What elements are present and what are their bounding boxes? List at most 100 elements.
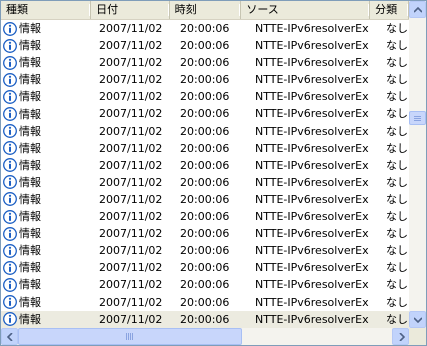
event-rows: 情報 2007/11/02 20:00:06 NTTE-IPv6resolverEx な…	[1, 20, 409, 328]
category-cell: なし	[386, 22, 408, 35]
source-cell: NTTE-IPv6resolverEx	[255, 56, 369, 70]
type-label: 情報	[19, 107, 41, 121]
time-cell: 20:00:06	[180, 90, 230, 104]
horizontal-scroll-thumb[interactable]	[18, 328, 242, 345]
info-icon	[3, 38, 17, 53]
column-header-source[interactable]: ソース	[241, 1, 371, 19]
event-row[interactable]: 情報 2007/11/02 20:00:06 NTTE-IPv6resolverEx な…	[1, 37, 409, 54]
date-cell: 2007/11/02	[99, 278, 163, 292]
category-cell: なし	[386, 261, 408, 275]
event-list-view[interactable]: 種類 日付 時刻 ソース 分類 情報 2007/11/02 20:00:06 NTTE…	[0, 0, 427, 346]
type-cell: 情報	[1, 311, 94, 328]
event-row[interactable]: 情報 2007/11/02 20:00:06 NTTE-IPv6resolverEx な…	[1, 105, 409, 122]
source-cell: NTTE-IPv6resolverEx	[255, 124, 369, 138]
event-row[interactable]: 情報 2007/11/02 20:00:06 NTTE-IPv6resolverEx な…	[1, 310, 409, 328]
time-cell: 20:00:06	[180, 175, 230, 189]
event-row[interactable]: 情報 2007/11/02 20:00:06 NTTE-IPv6resolverEx な…	[1, 208, 409, 225]
type-label: 情報	[19, 73, 41, 87]
event-row[interactable]: 情報 2007/11/02 20:00:06 NTTE-IPv6resolverEx な…	[1, 174, 409, 191]
info-icon	[3, 209, 17, 224]
column-header-date[interactable]: 日付	[91, 1, 170, 19]
date-cell: 2007/11/02	[99, 73, 163, 87]
category-cell: なし	[386, 107, 408, 121]
info-icon	[3, 124, 17, 139]
scroll-up-button[interactable]	[409, 1, 426, 18]
time-cell: 20:00:06	[180, 312, 230, 326]
info-icon	[3, 141, 17, 156]
type-label: 情報	[19, 22, 41, 36]
time-cell: 20:00:06	[180, 124, 230, 138]
event-row[interactable]: 情報 2007/11/02 20:00:06 NTTE-IPv6resolverEx な…	[1, 54, 409, 71]
info-icon	[3, 89, 17, 104]
source-cell: NTTE-IPv6resolverEx	[255, 227, 369, 241]
date-cell: 2007/11/02	[99, 210, 163, 224]
source-cell: NTTE-IPv6resolverEx	[255, 22, 369, 35]
type-label: 情報	[19, 261, 41, 275]
category-cell: なし	[386, 175, 408, 189]
info-icon	[3, 312, 17, 327]
scroll-left-button[interactable]	[1, 328, 18, 345]
category-cell: なし	[386, 73, 408, 87]
time-cell: 20:00:06	[180, 210, 230, 224]
type-label: 情報	[19, 158, 41, 172]
column-header-category[interactable]: 分類	[370, 1, 409, 19]
type-label: 情報	[19, 227, 41, 241]
scroll-down-button[interactable]	[409, 311, 426, 328]
type-cell: 情報	[1, 140, 94, 157]
time-cell: 20:00:06	[180, 39, 230, 53]
event-row[interactable]: 情報 2007/11/02 20:00:06 NTTE-IPv6resolverEx な…	[1, 71, 409, 88]
source-cell: NTTE-IPv6resolverEx	[255, 107, 369, 121]
category-cell: なし	[386, 124, 408, 138]
date-cell: 2007/11/02	[99, 158, 163, 172]
time-cell: 20:00:06	[180, 295, 230, 309]
date-cell: 2007/11/02	[99, 141, 163, 155]
category-cell: なし	[386, 210, 408, 224]
info-icon	[3, 226, 17, 241]
scroll-right-button[interactable]	[392, 328, 409, 345]
column-header-type[interactable]: 種類	[1, 1, 92, 19]
event-row[interactable]: 情報 2007/11/02 20:00:06 NTTE-IPv6resolverEx な…	[1, 20, 409, 37]
type-cell: 情報	[1, 105, 94, 122]
time-cell: 20:00:06	[180, 227, 230, 241]
time-cell: 20:00:06	[180, 261, 230, 275]
category-cell: なし	[386, 244, 408, 258]
date-cell: 2007/11/02	[99, 227, 163, 241]
arrow-down-icon	[414, 317, 422, 323]
horizontal-scrollbar[interactable]	[1, 328, 409, 345]
category-cell: なし	[386, 158, 408, 172]
date-cell: 2007/11/02	[99, 261, 163, 275]
column-header-time[interactable]: 時刻	[170, 1, 242, 19]
event-row[interactable]: 情報 2007/11/02 20:00:06 NTTE-IPv6resolverEx な…	[1, 157, 409, 174]
event-row[interactable]: 情報 2007/11/02 20:00:06 NTTE-IPv6resolverEx な…	[1, 294, 409, 311]
type-label: 情報	[19, 210, 41, 224]
type-label: 情報	[19, 141, 41, 155]
info-icon	[3, 158, 17, 173]
type-cell: 情報	[1, 225, 94, 242]
category-cell: なし	[386, 39, 408, 53]
type-label: 情報	[19, 278, 41, 292]
event-row[interactable]: 情報 2007/11/02 20:00:06 NTTE-IPv6resolverEx な…	[1, 242, 409, 259]
type-cell: 情報	[1, 294, 94, 311]
event-row[interactable]: 情報 2007/11/02 20:00:06 NTTE-IPv6resolverEx な…	[1, 123, 409, 140]
type-cell: 情報	[1, 157, 94, 174]
event-row[interactable]: 情報 2007/11/02 20:00:06 NTTE-IPv6resolverEx な…	[1, 259, 409, 276]
category-cell: なし	[386, 141, 408, 155]
category-cell: なし	[386, 192, 408, 206]
event-row[interactable]: 情報 2007/11/02 20:00:06 NTTE-IPv6resolverEx な…	[1, 88, 409, 105]
event-row[interactable]: 情報 2007/11/02 20:00:06 NTTE-IPv6resolverEx な…	[1, 140, 409, 157]
type-label: 情報	[19, 124, 41, 138]
event-row[interactable]: 情報 2007/11/02 20:00:06 NTTE-IPv6resolverEx な…	[1, 191, 409, 208]
source-cell: NTTE-IPv6resolverEx	[255, 261, 369, 275]
date-cell: 2007/11/02	[99, 107, 163, 121]
vertical-scroll-thumb[interactable]	[409, 111, 426, 125]
category-cell: なし	[386, 278, 408, 292]
date-cell: 2007/11/02	[99, 56, 163, 70]
vertical-scrollbar[interactable]	[409, 1, 426, 328]
type-label: 情報	[19, 244, 41, 258]
event-row[interactable]: 情報 2007/11/02 20:00:06 NTTE-IPv6resolverEx な…	[1, 276, 409, 293]
info-icon	[3, 175, 17, 190]
type-cell: 情報	[1, 123, 94, 140]
type-label: 情報	[19, 90, 41, 104]
type-label: 情報	[19, 192, 41, 206]
event-row[interactable]: 情報 2007/11/02 20:00:06 NTTE-IPv6resolverEx な…	[1, 225, 409, 242]
